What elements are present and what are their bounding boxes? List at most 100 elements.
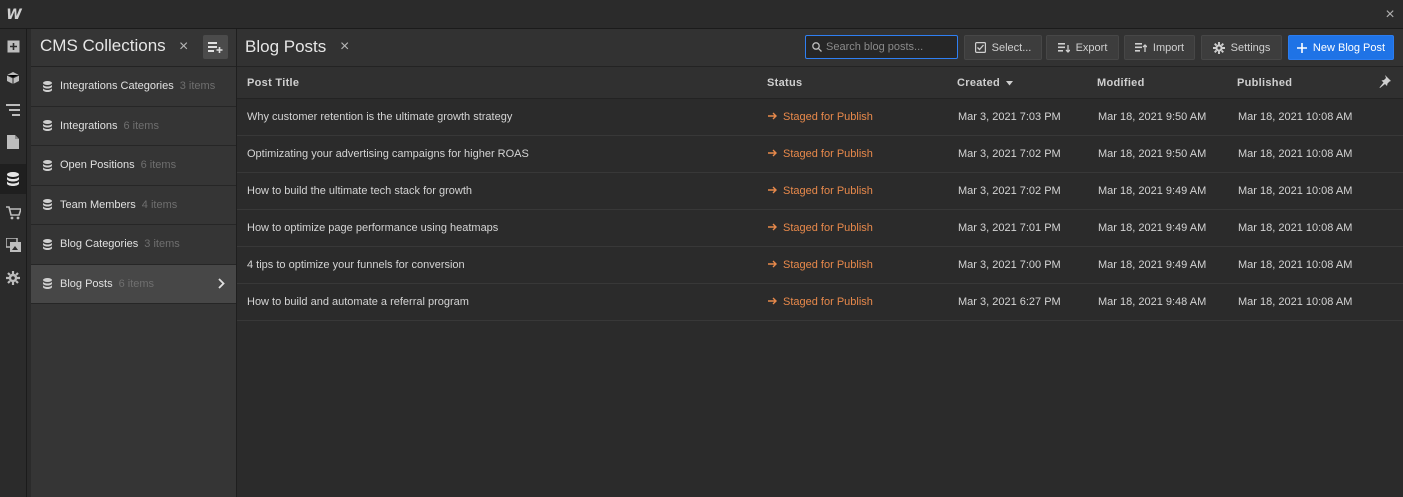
new-blog-post-label: New Blog Post [1312, 41, 1386, 54]
select-button[interactable]: Select... [964, 35, 1042, 60]
collections-header: CMS Collections × [31, 29, 236, 67]
cell-published-text: Mar 18, 2021 10:08 AM [1238, 222, 1353, 234]
cell-modified-text: Mar 18, 2021 9:49 AM [1098, 185, 1207, 197]
cell-status: Staged for Publish [768, 259, 873, 271]
import-icon [1134, 43, 1147, 52]
navigator-icon[interactable] [0, 95, 26, 125]
assets-icon[interactable] [0, 230, 26, 260]
collection-item-integrations-categories[interactable]: Integrations Categories 3 items [31, 67, 236, 107]
column-header-published[interactable]: Published [1237, 77, 1292, 89]
collection-count: 6 items [123, 119, 159, 132]
table-row[interactable]: How to build and automate a referral pro… [237, 284, 1403, 321]
cell-post-title: How to optimize page performance using h… [247, 222, 498, 234]
cell-published: Mar 18, 2021 10:08 AM [1238, 296, 1352, 308]
column-header-status[interactable]: Status [767, 77, 802, 89]
cell-published-text: Mar 18, 2021 10:08 AM [1238, 259, 1353, 271]
cell-status-text: Staged for Publish [783, 296, 873, 308]
search-icon [812, 42, 822, 52]
webflow-logo[interactable]: W [0, 0, 28, 29]
add-panel-icon[interactable] [0, 31, 26, 61]
column-header-post-title[interactable]: Post Title [247, 77, 299, 89]
cell-post-title: Optimizating your advertising campaigns … [247, 148, 529, 160]
close-icon[interactable]: × [1377, 0, 1403, 29]
table-row[interactable]: 4 tips to optimize your funnels for conv… [237, 247, 1403, 284]
table-row[interactable]: How to build the ultimate tech stack for… [237, 173, 1403, 210]
collection-count: 3 items [179, 80, 216, 93]
table-body: Why customer retention is the ultimate g… [237, 99, 1403, 321]
collection-name: Blog Posts [60, 277, 113, 290]
cell-post-title: How to build and automate a referral pro… [247, 296, 469, 308]
cms-collections-panel: CMS Collections × Integrations Categorie… [31, 29, 237, 497]
blog-posts-panel: Blog Posts × Select... Export Import Set… [237, 29, 1403, 497]
cell-created-text: Mar 3, 2021 7:02 PM [958, 185, 1061, 197]
cell-published-text: Mar 18, 2021 10:08 AM [1238, 148, 1353, 160]
collection-item-blog-posts[interactable]: Blog Posts 6 items [31, 264, 236, 304]
cell-created-text: Mar 3, 2021 7:01 PM [958, 222, 1061, 234]
cell-status-text: Staged for Publish [783, 111, 873, 123]
cell-published: Mar 18, 2021 10:08 AM [1238, 148, 1352, 160]
cell-modified: Mar 18, 2021 9:49 AM [1098, 259, 1206, 271]
arrow-right-icon [768, 149, 777, 157]
export-icon [1057, 43, 1070, 53]
blog-posts-header: Blog Posts × Select... Export Import Set… [237, 29, 1403, 67]
ecommerce-icon[interactable] [0, 198, 26, 228]
box-icon[interactable] [0, 63, 26, 93]
column-header-modified[interactable]: Modified [1097, 77, 1145, 89]
cell-status: Staged for Publish [768, 185, 873, 197]
arrow-right-icon [768, 297, 777, 305]
collection-item-integrations[interactable]: Integrations 6 items [31, 107, 236, 146]
collection-item-blog-categories[interactable]: Blog Categories 3 items [31, 225, 236, 265]
column-header-created[interactable]: Created [957, 77, 1014, 89]
search-input[interactable] [826, 41, 956, 53]
cell-modified: Mar 18, 2021 9:50 AM [1098, 111, 1206, 123]
table-row[interactable]: How to optimize page performance using h… [237, 210, 1403, 247]
cms-icon[interactable] [0, 164, 26, 194]
database-icon [43, 238, 52, 250]
pin-icon[interactable] [1378, 75, 1391, 91]
settings-label: Settings [1230, 41, 1271, 54]
left-rail [0, 29, 27, 497]
collection-name: Open Positions [60, 159, 135, 172]
collection-item-open-positions[interactable]: Open Positions 6 items [31, 146, 236, 186]
table-row[interactable]: Why customer retention is the ultimate g… [237, 99, 1403, 136]
add-collection-icon [208, 41, 223, 53]
collection-count: 4 items [141, 198, 178, 211]
cell-modified: Mar 18, 2021 9:50 AM [1098, 148, 1206, 160]
cell-created: Mar 3, 2021 7:03 PM [958, 111, 1061, 123]
import-label: Import [1152, 41, 1185, 54]
cell-created-text: Mar 3, 2021 6:27 PM [958, 296, 1061, 308]
cell-modified-text: Mar 18, 2021 9:49 AM [1098, 259, 1207, 271]
collection-name: Integrations [60, 119, 118, 132]
add-collection-button[interactable] [203, 35, 228, 59]
import-button[interactable]: Import [1124, 35, 1195, 60]
cell-modified: Mar 18, 2021 9:49 AM [1098, 185, 1206, 197]
close-blog-posts-icon[interactable]: × [340, 38, 349, 56]
new-blog-post-button[interactable]: New Blog Post [1288, 35, 1394, 60]
search-box[interactable] [805, 35, 958, 59]
export-button[interactable]: Export [1046, 35, 1119, 60]
collection-name: Team Members [60, 198, 136, 211]
arrow-right-icon [768, 223, 777, 231]
cell-created: Mar 3, 2021 7:02 PM [958, 148, 1061, 160]
cell-post-title: How to build the ultimate tech stack for… [247, 185, 472, 197]
cell-published: Mar 18, 2021 10:08 AM [1238, 222, 1352, 234]
pages-icon[interactable] [0, 127, 26, 157]
settings-button[interactable]: Settings [1201, 35, 1282, 60]
database-icon [43, 199, 52, 211]
collection-item-team-members[interactable]: Team Members 4 items [31, 186, 236, 225]
cell-post-title-text: Optimizating your advertising campaigns … [247, 148, 529, 160]
select-label: Select... [991, 41, 1032, 54]
cell-status-text: Staged for Publish [783, 148, 873, 160]
table-row[interactable]: Optimizating your advertising campaigns … [237, 136, 1403, 173]
cell-published: Mar 18, 2021 10:08 AM [1238, 259, 1352, 271]
cell-published: Mar 18, 2021 10:08 AM [1238, 185, 1352, 197]
checkbox-icon [974, 42, 986, 53]
close-collections-icon[interactable]: × [179, 38, 188, 56]
cell-created: Mar 3, 2021 6:27 PM [958, 296, 1061, 308]
database-icon [43, 278, 52, 290]
cell-published-text: Mar 18, 2021 10:08 AM [1238, 296, 1353, 308]
cell-post-title: Why customer retention is the ultimate g… [247, 111, 512, 123]
settings-icon[interactable] [0, 263, 26, 293]
cell-post-title-text: How to build the ultimate tech stack for… [247, 185, 472, 197]
cell-status: Staged for Publish [768, 148, 873, 160]
